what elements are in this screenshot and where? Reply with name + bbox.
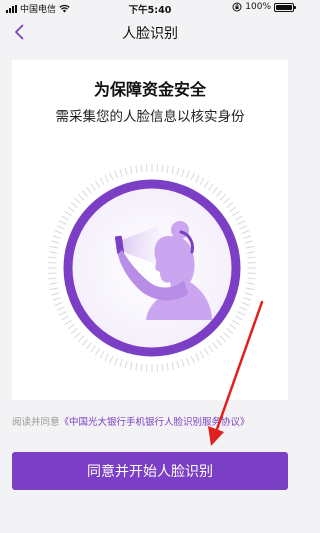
- battery-icon: [274, 2, 296, 12]
- agreement-line: 阅读并同意《中国光大银行手机银行人脸识别服务协议》: [12, 414, 292, 428]
- agreement-prefix: 阅读并同意: [12, 417, 60, 428]
- page-title: 人脸识别: [122, 26, 178, 42]
- card-headline: 为保障资金安全: [93, 80, 206, 99]
- orientation-lock-icon: [232, 2, 242, 12]
- face-scan-illustration-icon: [48, 164, 256, 372]
- agreement-link[interactable]: 《中国光大银行手机银行人脸识别服务协议》: [60, 417, 250, 428]
- nav-bar: 人脸识别: [0, 16, 300, 48]
- battery-percent: 100%: [245, 2, 271, 12]
- start-face-recognition-button[interactable]: 同意并开始人脸识别: [12, 452, 288, 490]
- face-recognition-card: 为保障资金安全 需采集您的人脸信息以核实身份: [12, 60, 288, 400]
- status-bar: 中国电信 下午5:40 100%: [0, 0, 300, 16]
- card-subline: 需采集您的人脸信息以核实身份: [55, 109, 245, 125]
- status-right: 100%: [232, 2, 296, 12]
